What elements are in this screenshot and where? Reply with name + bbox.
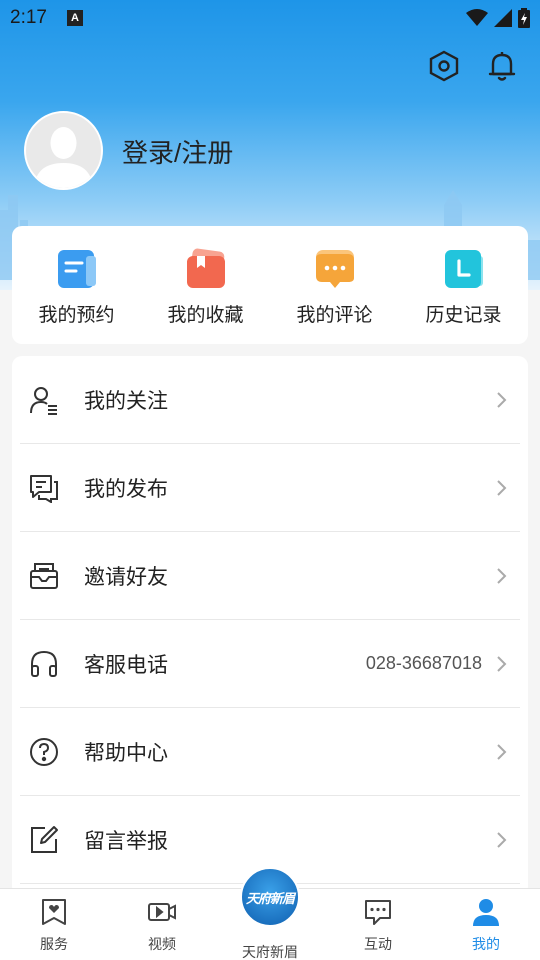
tab-service[interactable]: 服务 [0,889,108,960]
settings-hexagon-icon [429,50,459,82]
notification-icon: A [66,10,83,26]
tab-label: 天府新眉 [242,944,298,960]
logo-text: 天府新眉 [245,890,295,906]
menu-item-label: 帮助中心 [84,741,168,765]
headset-icon [28,648,60,680]
battery-icon [518,8,530,28]
status-time: 2:17 [10,7,47,28]
menu-list: 我的关注 我的发布 邀请好友 客服电话 028-36687018 帮助中心 留言… [12,356,528,896]
menu-item-follow[interactable]: 我的关注 [20,356,520,444]
appointment-icon [57,250,96,288]
tab-label: 互动 [364,936,392,952]
tab-label: 服务 [40,936,68,952]
quick-action-label: 我的评论 [296,305,373,326]
notifications-button[interactable] [486,48,518,84]
person-icon [473,899,499,926]
menu-item-label: 客服电话 [84,653,168,677]
tab-interaction[interactable]: 互动 [324,889,432,960]
default-avatar-icon [34,127,93,188]
signal-icon [494,9,512,27]
customer-service-phone: 028-36687018 [365,653,482,673]
help-icon [28,736,60,768]
comment-icon [315,250,354,288]
quick-action-label: 历史记录 [425,305,502,326]
video-icon [148,903,176,921]
menu-item-label: 我的关注 [84,389,168,413]
login-register-link[interactable]: 登录/注册 [122,133,233,170]
history-icon [444,250,483,288]
chevron-right-icon [497,391,507,408]
menu-item-invite[interactable]: 邀请好友 [20,532,520,620]
menu-item-label: 留言举报 [84,829,168,853]
menu-item-publish[interactable]: 我的发布 [20,444,520,532]
publish-icon [28,472,60,504]
settings-button[interactable] [428,48,460,84]
quick-action-label: 我的预约 [38,305,115,326]
quick-action-history[interactable]: 历史记录 [399,226,528,344]
bell-icon [488,52,516,81]
menu-item-label: 邀请好友 [84,565,168,589]
tab-tianfu-xinmei[interactable]: 天府新眉 天府新眉 [216,867,324,960]
chevron-right-icon [497,655,507,672]
tianfu-xinmei-logo: 天府新眉 [240,867,300,927]
avatar[interactable] [24,111,103,190]
quick-action-favorites[interactable]: 我的收藏 [141,226,270,344]
follow-icon [28,384,60,416]
chevron-right-icon [497,831,507,848]
tab-label: 视频 [148,936,176,952]
tab-video[interactable]: 视频 [108,889,216,960]
quick-action-appointments[interactable]: 我的预约 [12,226,141,344]
chat-icon [365,900,391,925]
bottom-tab-bar: 服务 视频 天府新眉 天府新眉 互动 我的 [0,867,540,960]
favorites-icon [186,248,225,288]
edit-report-icon [28,824,60,856]
chevron-right-icon [497,479,507,496]
service-icon [42,899,66,925]
chevron-right-icon [497,567,507,584]
menu-item-customer-service[interactable]: 客服电话 028-36687018 [20,620,520,708]
menu-item-help[interactable]: 帮助中心 [20,708,520,796]
quick-action-comments[interactable]: 我的评论 [270,226,399,344]
status-bar: 2:17 A [0,0,540,36]
quick-actions-card: 我的预约 我的收藏 我的评论 历史记录 [12,226,528,344]
menu-item-label: 我的发布 [84,477,168,501]
quick-action-label: 我的收藏 [167,305,244,326]
invite-icon [28,560,60,592]
tab-mine[interactable]: 我的 [432,889,540,960]
wifi-icon [466,9,488,26]
tab-label: 我的 [472,936,500,952]
chevron-right-icon [497,743,507,760]
header-actions [428,48,518,84]
